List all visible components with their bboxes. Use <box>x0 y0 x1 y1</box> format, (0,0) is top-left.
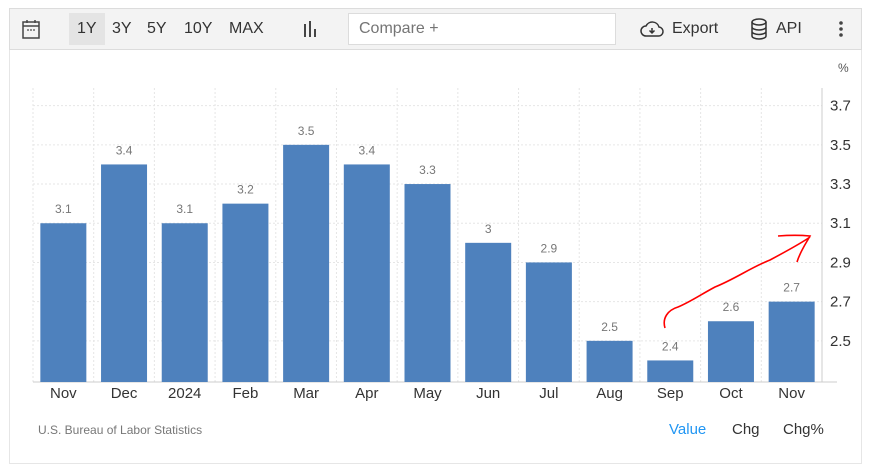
bar <box>525 262 572 382</box>
x-tick-label: Apr <box>355 385 378 402</box>
data-label: 3.5 <box>298 124 315 138</box>
tab-value[interactable]: Value <box>669 421 706 438</box>
y-tick-label: 2.9 <box>830 254 851 271</box>
bar <box>283 144 330 382</box>
tab-chg-percent[interactable]: Chg% <box>783 421 824 438</box>
unit-label: % <box>838 61 849 75</box>
x-tick-label: Nov <box>778 385 805 402</box>
y-tick-label: 2.5 <box>830 333 851 350</box>
y-tick-label: 3.7 <box>830 98 851 115</box>
data-label: 2.6 <box>723 300 740 314</box>
data-label: 3.2 <box>237 183 254 197</box>
source-label: U.S. Bureau of Labor Statistics <box>38 423 203 437</box>
bar <box>343 164 390 382</box>
bar <box>768 301 815 382</box>
bar <box>161 223 208 382</box>
bar <box>101 164 148 382</box>
data-label: 3.3 <box>419 163 436 177</box>
tab-chg[interactable]: Chg <box>732 421 760 438</box>
x-tick-label: Sep <box>657 385 684 402</box>
x-tick-label: Dec <box>111 385 138 402</box>
x-tick-label: Oct <box>719 385 743 402</box>
bar <box>465 242 512 382</box>
y-tick-label: 2.7 <box>830 294 851 311</box>
y-tick-label: 3.3 <box>830 176 851 193</box>
x-tick-label: Feb <box>232 385 258 402</box>
bar <box>222 203 269 382</box>
data-label: 2.5 <box>601 320 618 334</box>
bar <box>647 360 694 382</box>
x-tick-label: Mar <box>293 385 319 402</box>
bar <box>40 223 87 382</box>
x-tick-label: May <box>413 385 442 402</box>
x-tick-label: Jun <box>476 385 500 402</box>
y-tick-label: 3.1 <box>830 215 851 232</box>
data-label: 2.9 <box>541 241 558 255</box>
data-label: 3 <box>485 222 492 236</box>
x-tick-label: Aug <box>596 385 623 402</box>
data-label: 2.4 <box>662 339 679 353</box>
x-tick-label: 2024 <box>168 385 201 402</box>
data-label: 3.4 <box>358 143 375 157</box>
x-tick-label: Nov <box>50 385 77 402</box>
bar <box>404 184 451 382</box>
data-label: 2.7 <box>783 281 800 295</box>
bar <box>586 340 633 382</box>
bar-chart: 2.5 2.7 2.9 3.1 3.3 3.5 3.7% 3.1 Nov 3.4 Dec 3.1 202… <box>32 61 851 402</box>
bar <box>707 321 754 382</box>
data-label: 3.1 <box>176 202 193 216</box>
y-tick-label: 3.5 <box>830 137 851 154</box>
x-tick-label: Jul <box>539 385 558 402</box>
data-label: 3.4 <box>116 143 133 157</box>
data-label: 3.1 <box>55 202 72 216</box>
